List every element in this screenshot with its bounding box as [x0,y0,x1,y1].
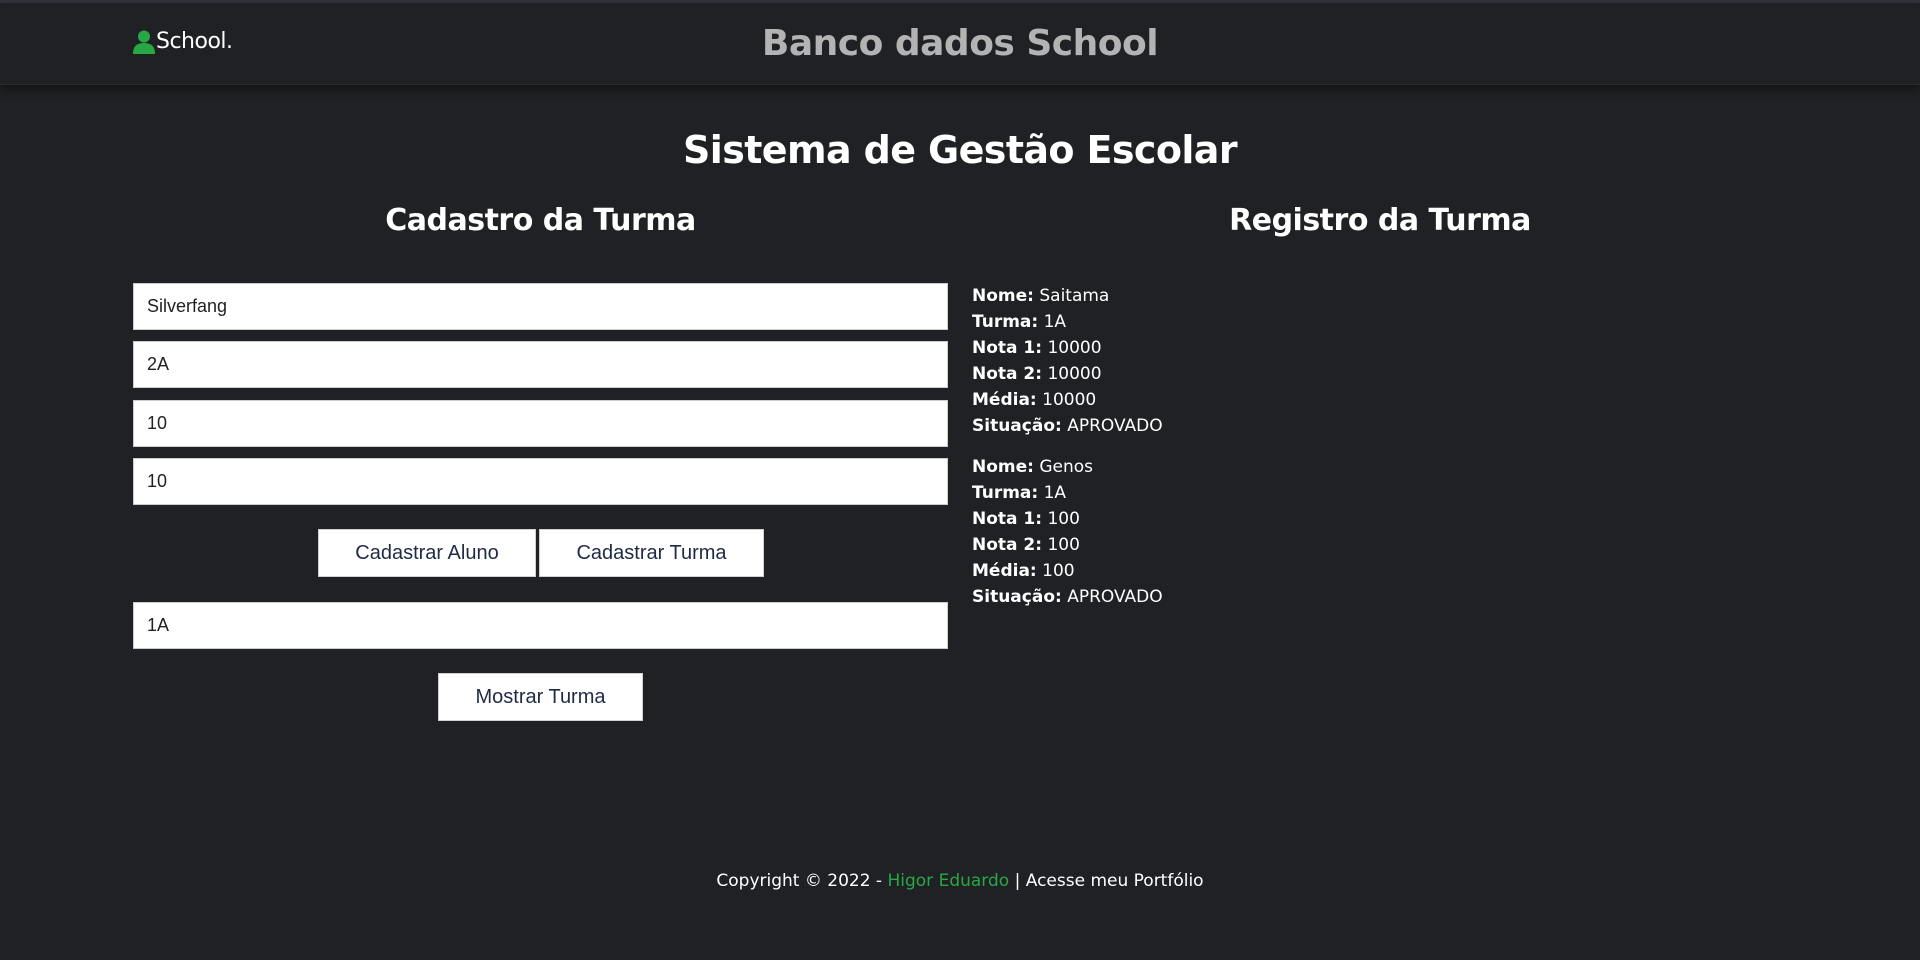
record-grade1-value: 100 [1047,509,1080,529]
record-grade2-row: Nota 2: 10000 [972,361,1472,387]
record-name-row: Nome: Genos [972,454,1472,480]
class-input[interactable] [133,341,948,388]
record-grade2-label: Nota 2: [972,535,1043,555]
record-name-label: Nome: [972,286,1034,306]
record-status-row: Situação: APROVADO [972,584,1472,610]
show-class-button[interactable]: Mostrar Turma [438,673,643,721]
record-grade2-row: Nota 2: 100 [972,532,1472,558]
student-name-input[interactable] [133,283,948,330]
record-status-value: APROVADO [1067,587,1163,607]
record-name-label: Nome: [972,457,1034,477]
site-header: School. Banco dados School [0,3,1920,85]
record-class-row: Turma: 1A [972,309,1472,335]
record-class-row: Turma: 1A [972,480,1472,506]
record-grade1-label: Nota 1: [972,509,1043,529]
record-class-label: Turma: [972,312,1039,332]
grade2-input[interactable] [133,458,948,505]
register-class-button[interactable]: Cadastrar Turma [539,529,764,577]
student-record: Nome: Genos Turma: 1A Nota 1: 100 Nota 2… [972,454,1472,610]
grade1-input[interactable] [133,400,948,447]
record-grade1-value: 10000 [1047,338,1102,358]
record-class-label: Turma: [972,483,1039,503]
author-link[interactable]: Higor Eduardo [887,871,1009,891]
record-average-label: Média: [972,561,1037,581]
record-grade2-value: 100 [1047,535,1080,555]
register-student-button[interactable]: Cadastrar Aluno [318,529,536,577]
copyright-text: Copyright © 2022 - [716,871,888,891]
registry-list: Nome: Saitama Turma: 1A Nota 1: 10000 No… [972,283,1472,625]
record-average-row: Média: 10000 [972,387,1472,413]
record-average-row: Média: 100 [972,558,1472,584]
record-class-value: 1A [1043,483,1067,503]
record-average-value: 10000 [1042,390,1097,410]
record-status-label: Situação: [972,587,1062,607]
registry-title: Registro da Turma [1229,203,1531,238]
record-grade2-value: 10000 [1047,364,1102,384]
footer-separator: | [1009,871,1026,891]
record-grade1-label: Nota 1: [972,338,1043,358]
portfolio-link[interactable]: Acesse meu Portfólio [1026,871,1204,891]
record-status-row: Situação: APROVADO [972,413,1472,439]
footer: Copyright © 2022 - Higor Eduardo | Acess… [0,871,1920,891]
record-name-row: Nome: Saitama [972,283,1472,309]
record-average-value: 100 [1042,561,1075,581]
record-name-value: Genos [1039,457,1094,477]
record-name-value: Saitama [1039,286,1110,306]
student-record: Nome: Saitama Turma: 1A Nota 1: 10000 No… [972,283,1472,439]
page-title: Sistema de Gestão Escolar [683,128,1238,172]
record-grade2-label: Nota 2: [972,364,1043,384]
record-grade1-row: Nota 1: 10000 [972,335,1472,361]
form-title: Cadastro da Turma [385,203,696,238]
record-status-label: Situação: [972,416,1062,436]
site-title: Banco dados School [761,23,1159,64]
search-class-input[interactable] [133,602,948,649]
record-class-value: 1A [1043,312,1067,332]
record-grade1-row: Nota 1: 100 [972,506,1472,532]
record-average-label: Média: [972,390,1037,410]
record-status-value: APROVADO [1067,416,1163,436]
